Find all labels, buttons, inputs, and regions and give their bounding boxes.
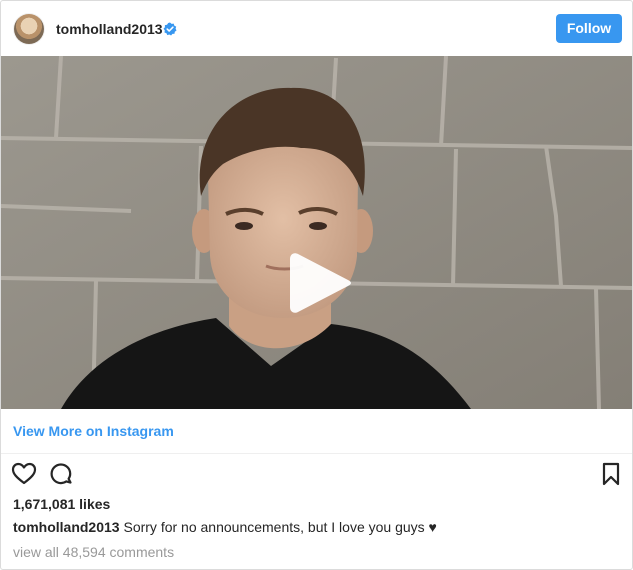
bookmark-icon[interactable] bbox=[598, 461, 624, 487]
heart-icon[interactable] bbox=[11, 461, 37, 487]
video-thumbnail bbox=[1, 56, 632, 409]
caption-username[interactable]: tomholland2013 bbox=[13, 519, 120, 535]
comment-icon[interactable] bbox=[48, 461, 74, 487]
caption: tomholland2013 Sorry for no announcement… bbox=[13, 519, 437, 535]
caption-text: Sorry for no announcements, but I love y… bbox=[123, 519, 437, 535]
play-icon[interactable] bbox=[286, 248, 356, 318]
avatar[interactable] bbox=[14, 14, 44, 44]
likes-count[interactable]: 1,671,081 likes bbox=[13, 496, 110, 512]
verified-badge-icon bbox=[163, 22, 177, 36]
view-all-comments-link[interactable]: view all 48,594 comments bbox=[13, 544, 174, 560]
view-more-link[interactable]: View More on Instagram bbox=[13, 423, 174, 439]
view-more-row: View More on Instagram bbox=[1, 410, 632, 454]
post-header: tomholland2013 Follow bbox=[1, 1, 632, 55]
follow-button[interactable]: Follow bbox=[556, 14, 622, 43]
username-link[interactable]: tomholland2013 bbox=[56, 20, 163, 38]
video-player[interactable] bbox=[1, 56, 632, 409]
action-bar bbox=[1, 455, 632, 495]
instagram-embed-card: tomholland2013 Follow View More on Insta… bbox=[0, 0, 633, 570]
